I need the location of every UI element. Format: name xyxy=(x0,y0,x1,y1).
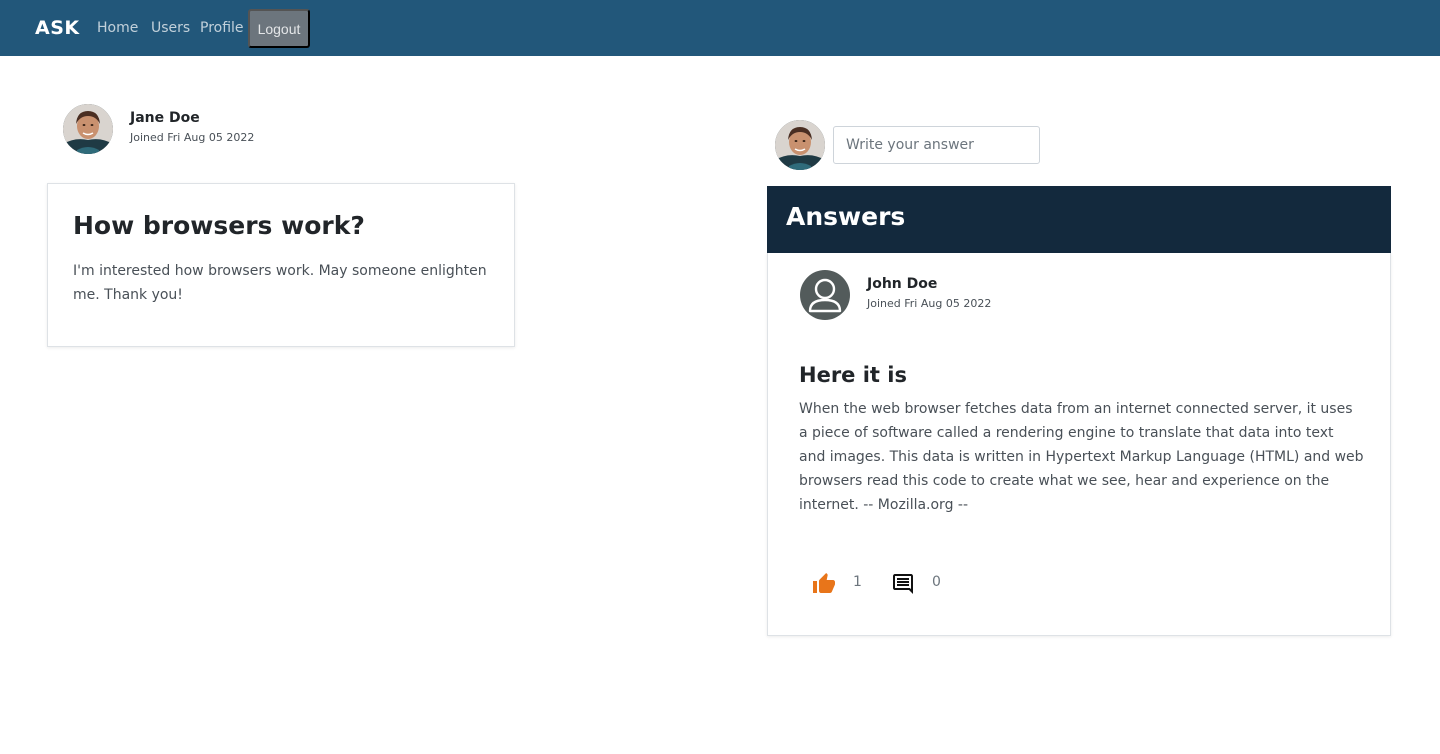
current-user-avatar[interactable] xyxy=(775,120,825,170)
question-body: I'm interested how browsers work. May so… xyxy=(73,263,487,303)
answer-input[interactable] xyxy=(833,126,1040,164)
question-title: How browsers work? xyxy=(73,211,365,240)
question-author-avatar[interactable] xyxy=(63,104,113,154)
like-count: 1 xyxy=(853,574,862,590)
navbar: ASK Home Users Profile Logout xyxy=(0,0,1440,56)
answer-title: Here it is xyxy=(799,363,907,387)
brand-logo[interactable]: ASK xyxy=(35,16,80,40)
user-photo-icon xyxy=(775,120,825,170)
nav-link-profile[interactable]: Profile xyxy=(200,19,244,37)
logout-button[interactable]: Logout xyxy=(248,9,310,48)
user-photo-icon xyxy=(63,104,113,154)
thumbs-up-icon[interactable] xyxy=(812,572,836,596)
default-user-avatar-icon[interactable] xyxy=(800,270,850,320)
question-card: How browsers work? I'm interested how br… xyxy=(47,183,515,347)
answer-author-name[interactable]: John Doe xyxy=(867,275,937,293)
answer-body: When the web browser fetches data from a… xyxy=(799,401,1364,513)
answer-author-joined-date: Joined Fri Aug 05 2022 xyxy=(867,297,992,310)
question-author-name[interactable]: Jane Doe xyxy=(130,109,200,127)
answers-title: Answers xyxy=(786,202,906,231)
answers-header: Answers xyxy=(767,186,1391,253)
comment-count: 0 xyxy=(932,574,941,590)
comment-icon[interactable] xyxy=(891,572,915,596)
question-author-joined-date: Joined Fri Aug 05 2022 xyxy=(130,131,255,144)
answer-card: John Doe Joined Fri Aug 05 2022 Here it … xyxy=(767,253,1391,636)
nav-link-users[interactable]: Users xyxy=(151,19,190,37)
nav-link-home[interactable]: Home xyxy=(97,19,138,37)
